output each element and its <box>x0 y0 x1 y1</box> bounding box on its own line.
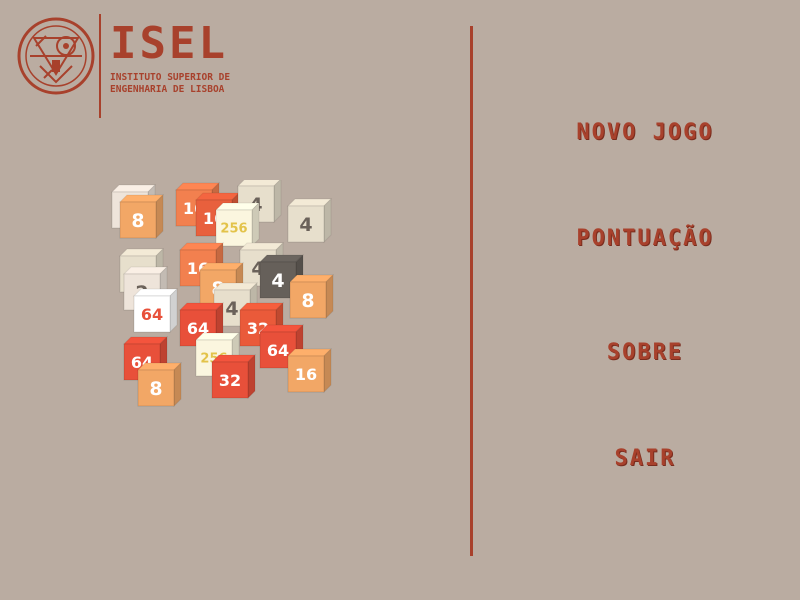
cube-tile-value: 256 <box>220 222 247 237</box>
cube-tile: 8 <box>288 273 335 320</box>
isel-emblem-icon <box>17 17 95 95</box>
cube-tile: 8 <box>118 193 165 240</box>
new-game-button[interactable]: NOVO JOGO <box>500 120 790 145</box>
logo-subtitle: INSTITUTO SUPERIOR DE ENGENHARIA DE LISB… <box>110 72 231 95</box>
cube-tile: 256 <box>214 201 261 248</box>
cube-tile-value: 8 <box>131 210 144 232</box>
cube-tile-value: 4 <box>271 270 284 292</box>
cube-tile: 64 <box>132 287 179 334</box>
about-button[interactable]: SOBRE <box>500 340 790 365</box>
cube-tile-value: 4 <box>299 214 312 236</box>
isel-logo: ISEL INSTITUTO SUPERIOR DE ENGENHARIA DE… <box>16 14 246 120</box>
cube-tile-value: 64 <box>267 341 289 360</box>
score-button[interactable]: PONTUAÇÃO <box>500 226 790 251</box>
exit-button[interactable]: SAIR <box>500 446 790 471</box>
cube-tile: 4 <box>286 197 333 244</box>
cube-tile-value: 32 <box>219 371 241 390</box>
logo-name: ISEL <box>110 18 228 69</box>
cube-tile: 32 <box>210 353 257 400</box>
cube-tile: 16 <box>286 347 333 394</box>
cube-tile-value: 8 <box>301 290 314 312</box>
logo-divider <box>99 14 101 118</box>
cube-tile-value: 16 <box>295 365 317 384</box>
cube-tile: 8 <box>136 361 183 408</box>
cube-art: 28161644256416442884646432646425616832 <box>110 180 335 408</box>
cube-tile-value: 4 <box>225 298 238 320</box>
cube-tile-value: 8 <box>149 378 162 400</box>
menu-divider <box>470 26 473 556</box>
cube-tile-value: 64 <box>141 305 163 324</box>
